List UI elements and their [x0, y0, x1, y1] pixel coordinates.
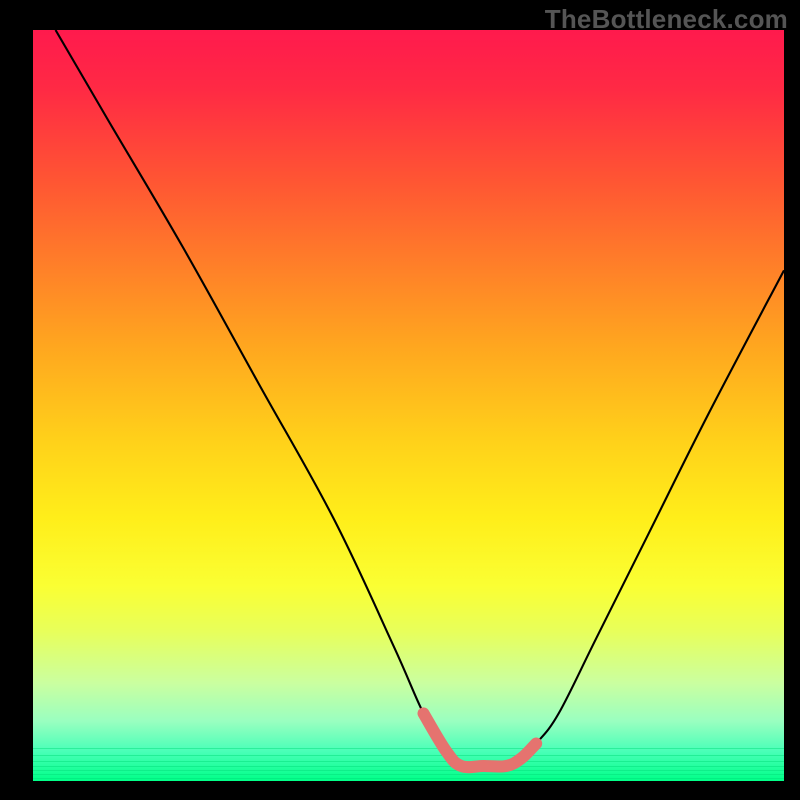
- watermark-text: TheBottleneck.com: [545, 4, 788, 35]
- chart-main-curve: [56, 30, 784, 767]
- chart-plot-area: [33, 30, 784, 781]
- chart-svg: [33, 30, 784, 781]
- chart-highlight-segment: [424, 713, 537, 767]
